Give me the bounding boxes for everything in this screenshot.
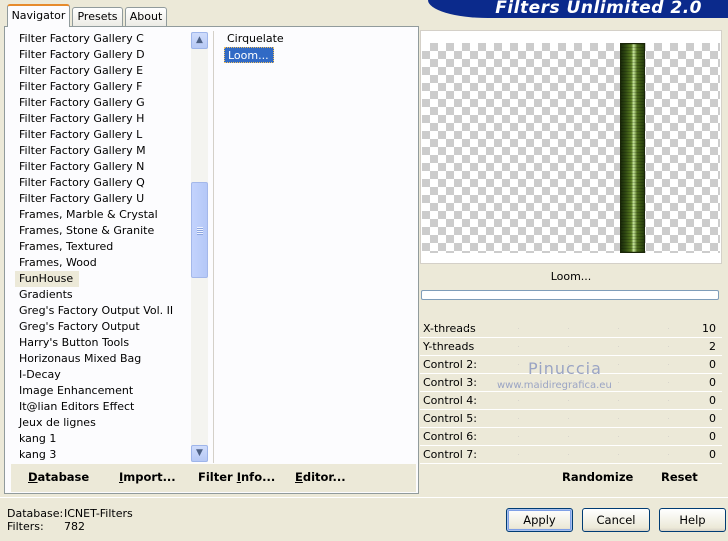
import-button[interactable]: Import... — [119, 470, 176, 484]
control-label: Y-threads — [423, 340, 475, 353]
control-row[interactable]: Control 6: 0 — [420, 428, 722, 446]
preview-image — [620, 43, 645, 253]
control-slider[interactable] — [468, 418, 692, 419]
category-item[interactable]: Filter Factory Gallery Q — [15, 175, 190, 191]
scroll-down-icon[interactable]: ▼ — [191, 445, 208, 462]
control-slider[interactable] — [468, 328, 692, 329]
category-item[interactable]: Horizonaus Mixed Bag — [15, 351, 190, 367]
control-value: 0 — [709, 358, 716, 371]
control-value: 10 — [702, 322, 716, 335]
control-label: Control 6: — [423, 430, 477, 443]
progress-bar — [421, 290, 719, 300]
control-label: X-threads — [423, 322, 476, 335]
control-row[interactable]: Control 7: 0 — [420, 446, 722, 464]
filters-count-label: Filters: — [7, 520, 44, 533]
category-item[interactable]: Filter Factory Gallery N — [15, 159, 190, 175]
cancel-button[interactable]: Cancel — [582, 508, 650, 532]
category-item[interactable]: Frames, Textured — [15, 239, 190, 255]
category-item[interactable]: Filter Factory Gallery F — [15, 79, 190, 95]
selected-filter-name: Loom... — [420, 266, 722, 288]
tab-about[interactable]: About — [125, 7, 167, 26]
category-item[interactable]: FunHouse — [15, 271, 80, 287]
category-item[interactable]: Frames, Stone & Granite — [15, 223, 190, 239]
watermark-name: Pinuccia — [528, 359, 602, 378]
app-title: Filters Unlimited 2.0 — [495, 0, 702, 18]
apply-button[interactable]: Apply — [506, 508, 573, 532]
category-item[interactable]: Jeux de lignes — [15, 415, 190, 431]
category-item[interactable]: Filter Factory Gallery C — [15, 31, 190, 47]
filter-item[interactable]: Cirquelate — [224, 31, 284, 47]
filter-item[interactable]: Loom... — [224, 47, 274, 63]
control-label: Control 4: — [423, 394, 477, 407]
reset-button[interactable]: Reset — [661, 470, 698, 484]
category-item[interactable]: Filter Factory Gallery M — [15, 143, 190, 159]
database-label: Database: — [7, 507, 64, 520]
control-label: Control 7: — [423, 448, 477, 461]
tab-navigator[interactable]: Navigator — [7, 4, 70, 27]
category-item[interactable]: Gradients — [15, 287, 190, 303]
category-item[interactable]: Filter Factory Gallery U — [15, 191, 190, 207]
scroll-up-icon[interactable]: ▲ — [191, 32, 208, 49]
category-item[interactable]: I-Decay — [15, 367, 190, 383]
scroll-thumb[interactable] — [191, 182, 208, 278]
control-value: 0 — [709, 412, 716, 425]
category-list[interactable]: Filter Factory Gallery C Filter Factory G… — [15, 31, 190, 463]
category-item[interactable]: Greg's Factory Output Vol. II — [15, 303, 190, 319]
randomize-button[interactable]: Randomize — [562, 470, 633, 484]
category-item[interactable]: Image Enhancement — [15, 383, 190, 399]
filter-list[interactable]: Cirquelate Loom... — [224, 31, 404, 63]
category-item[interactable]: Filter Factory Gallery D — [15, 47, 190, 63]
tab-presets[interactable]: Presets — [72, 7, 123, 26]
control-row[interactable]: Control 4: 0 — [420, 392, 722, 410]
control-slider[interactable] — [468, 454, 692, 455]
grip-icon — [197, 227, 203, 235]
category-item[interactable]: Frames, Marble & Crystal — [15, 207, 190, 223]
control-row[interactable]: Y-threads 2 — [420, 338, 722, 356]
control-value: 0 — [709, 430, 716, 443]
control-row[interactable]: X-threads 10 — [420, 320, 722, 338]
control-value: 0 — [709, 376, 716, 389]
list-divider — [213, 31, 214, 463]
control-label: Control 2: — [423, 358, 477, 371]
editor-button[interactable]: Editor... — [295, 470, 346, 484]
control-value: 2 — [709, 340, 716, 353]
category-item[interactable]: Filter Factory Gallery H — [15, 111, 190, 127]
category-item[interactable]: kang 1 — [15, 431, 190, 447]
watermark-url: www.maidiregrafica.eu — [497, 380, 612, 391]
filter-controls: X-threads 10 Y-threads 2 Control 2: 0 Control … — [420, 320, 722, 464]
control-label: Control 3: — [423, 376, 477, 389]
category-item[interactable]: Frames, Wood — [15, 255, 190, 271]
filter-info-button[interactable]: Filter Info... — [198, 470, 275, 484]
category-item[interactable]: kang 3 — [15, 447, 190, 463]
help-button[interactable]: Help — [659, 508, 726, 532]
category-item[interactable]: Filter Factory Gallery G — [15, 95, 190, 111]
category-item[interactable]: Filter Factory Gallery L — [15, 127, 190, 143]
database-value: ICNET-Filters — [64, 507, 133, 520]
control-slider[interactable] — [468, 346, 692, 347]
category-item[interactable]: Greg's Factory Output — [15, 319, 190, 335]
filters-count-value: 782 — [64, 520, 85, 533]
category-item[interactable]: It@lian Editors Effect — [15, 399, 190, 415]
control-slider[interactable] — [468, 400, 692, 401]
control-value: 0 — [709, 394, 716, 407]
transparency-checkerboard — [422, 43, 720, 253]
category-scrollbar[interactable]: ▲ ▼ — [191, 32, 208, 462]
category-item[interactable]: Harry's Button Tools — [15, 335, 190, 351]
control-slider[interactable] — [468, 436, 692, 437]
category-item[interactable]: Filter Factory Gallery E — [15, 63, 190, 79]
control-value: 0 — [709, 448, 716, 461]
control-label: Control 5: — [423, 412, 477, 425]
database-button[interactable]: Database — [28, 470, 89, 484]
logo-banner: Filters Unlimited 2.0 — [428, 0, 728, 18]
status-separator — [0, 497, 728, 498]
control-row[interactable]: Control 5: 0 — [420, 410, 722, 428]
